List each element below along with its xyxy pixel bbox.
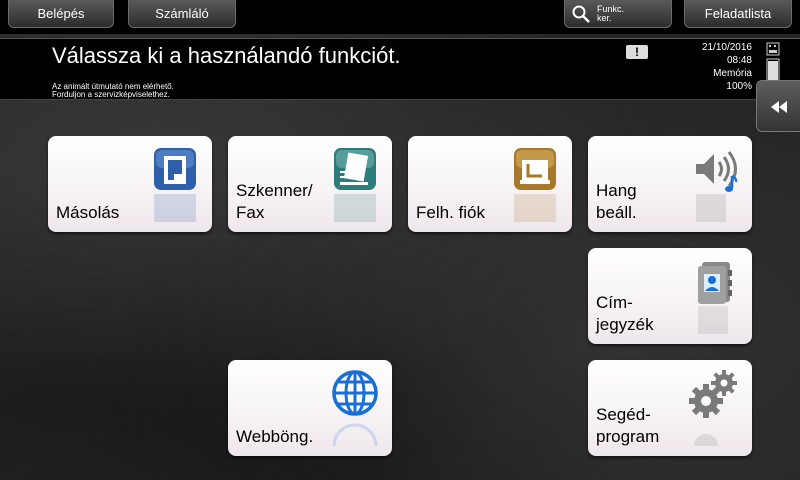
counter-label: Számláló (155, 6, 209, 21)
globe-icon-reflection (332, 423, 378, 446)
guide-unavailable-message: Az animált útmutató nem elérhető. Fordul… (52, 82, 174, 99)
user-box-icon-reflection (514, 194, 556, 222)
job-list-label: Feladatlista (704, 6, 772, 21)
sound-icon-reflection (696, 194, 726, 222)
gears-icon (689, 370, 737, 418)
sound-icon (696, 151, 738, 192)
memory-value: 100% (726, 81, 752, 92)
counter-button[interactable]: Számláló (128, 0, 236, 28)
message-bar: Válassza ki a használandó funkciót. Az a… (0, 38, 800, 100)
user-box-tile[interactable]: Felh. fiók (408, 136, 572, 232)
user-box-label: Felh. fiók (416, 203, 485, 222)
address-book-label: Cím- jegyzék (596, 293, 654, 334)
login-button[interactable]: Belépés (8, 0, 114, 28)
copy-tile[interactable]: Másolás (48, 136, 212, 232)
web-browser-label: Webböng. (236, 427, 314, 446)
address-book-icon-reflection (698, 306, 728, 334)
status-info: 21/10/2016 08:48 Memória 100% (702, 41, 752, 93)
search-icon (572, 5, 590, 23)
date-text: 21/10/2016 (701, 42, 752, 53)
function-search-label: Funkc. ker. (597, 3, 625, 23)
utility-tile[interactable]: Segéd- program (588, 360, 752, 456)
side-panel-toggle[interactable] (756, 80, 800, 132)
copy-label: Másolás (56, 203, 120, 222)
warning-icon[interactable]: ! (626, 45, 648, 59)
scan-fax-icon (334, 148, 376, 190)
globe-icon (332, 370, 378, 416)
utility-label: Segéd- program (596, 405, 660, 446)
scan-fax-tile[interactable]: Szkenner/ Fax (228, 136, 392, 232)
double-chevron-left-icon (771, 101, 787, 113)
top-bar: Belépés Számláló Funkc. ker. Feladatlist… (0, 0, 800, 34)
sound-settings-tile[interactable]: Hang beáll. (588, 136, 752, 232)
user-box-icon (514, 148, 556, 190)
gears-icon-reflection (694, 434, 718, 446)
scan-fax-icon-reflection (334, 194, 376, 222)
copy-icon (154, 148, 196, 190)
scan-fax-label: Szkenner/ Fax (236, 181, 313, 222)
function-search-button[interactable]: Funkc. ker. (564, 0, 672, 28)
copy-icon-reflection (154, 194, 196, 222)
login-label: Belépés (37, 6, 85, 21)
sound-settings-label: Hang beáll. (596, 181, 637, 222)
web-browser-tile[interactable]: Webböng. (228, 360, 392, 456)
memory-label: Memória (713, 68, 752, 79)
time-text: 08:48 (726, 55, 752, 66)
job-list-button[interactable]: Feladatlista (684, 0, 792, 28)
address-book-tile[interactable]: Cím- jegyzék (588, 248, 752, 344)
address-book-icon (698, 262, 732, 304)
page-title: Válassza ki a használandó funkciót. (52, 43, 401, 68)
